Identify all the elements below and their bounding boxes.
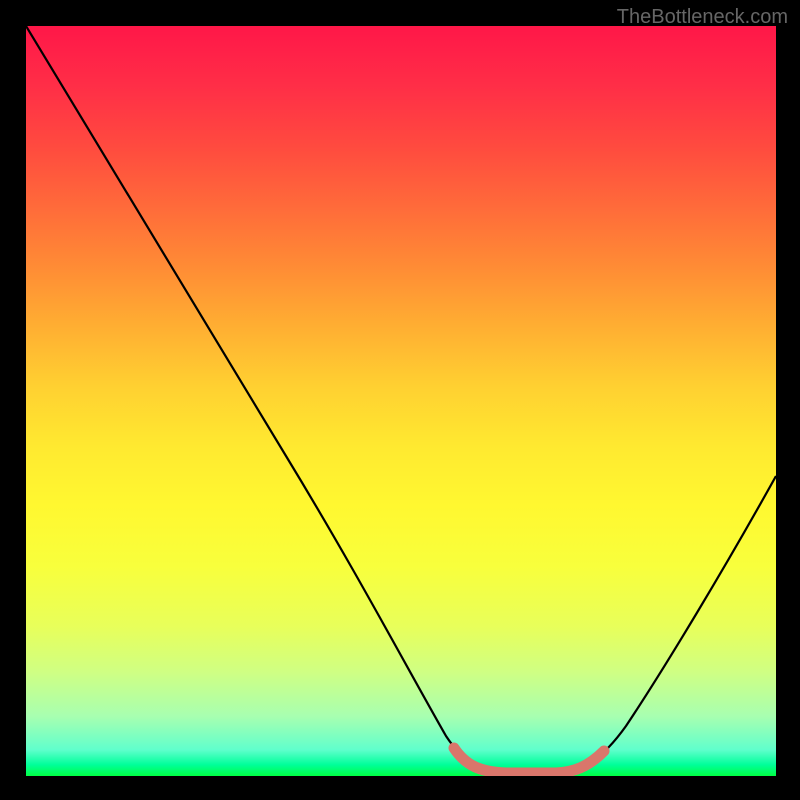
plot-area	[26, 26, 776, 776]
bottleneck-curve-line	[26, 26, 776, 773]
optimal-range-highlight	[454, 748, 604, 773]
watermark-text: TheBottleneck.com	[617, 6, 788, 29]
chart-svg	[26, 26, 776, 776]
